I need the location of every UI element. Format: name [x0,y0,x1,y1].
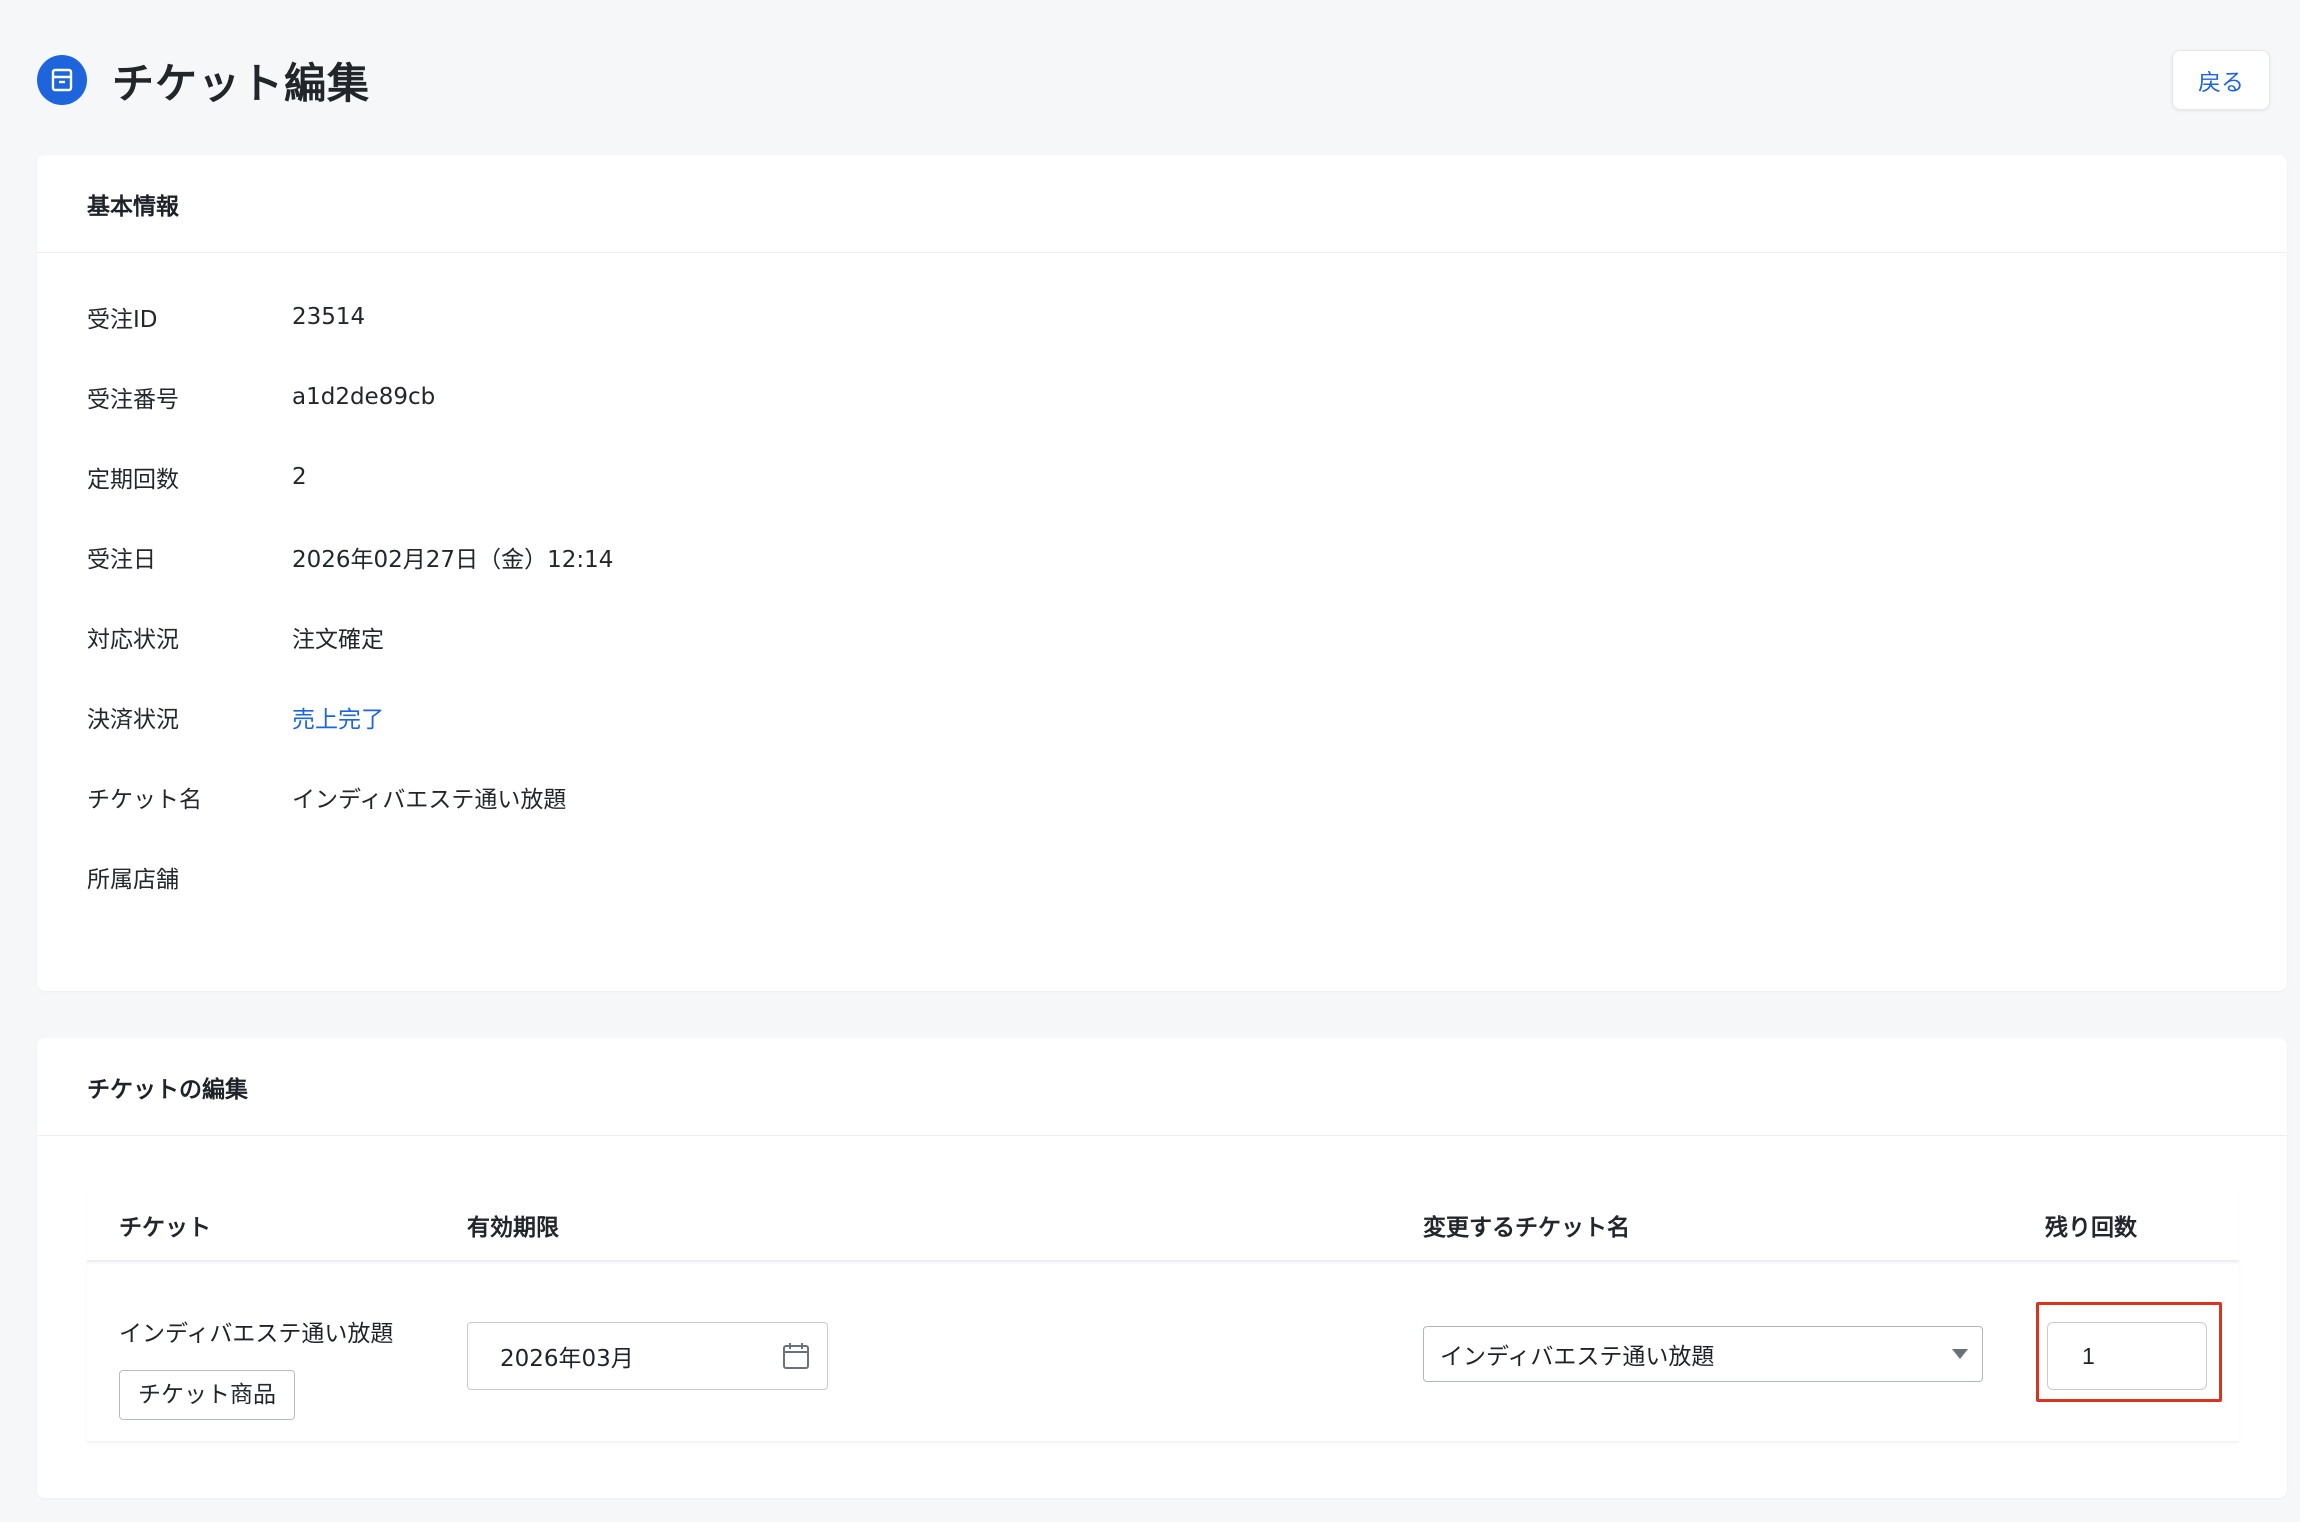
info-value: 23514 [292,304,366,330]
info-label: 対応状況 [87,627,179,653]
column-header-new-ticket-name: 変更するチケット名 [1423,1215,1630,1241]
page-title: チケット編集 [112,58,371,108]
payment-status-link[interactable]: 売上完了 [292,700,384,734]
info-value: インディバエステ通い放題 [292,787,567,813]
info-value: 注文確定 [292,627,384,653]
info-row-order-number: 受注番号 a1d2de89cb [37,357,2287,437]
column-header-expiry: 有効期限 [467,1215,559,1241]
info-label: 受注ID [87,307,158,333]
info-label: チケット名 [87,787,202,813]
info-row-subscription-count: 定期回数 2 [37,437,2287,517]
ticket-name-select-value: インディバエステ通い放題 [1440,1344,1715,1370]
ticket-edit-title: チケットの編集 [37,1038,2287,1136]
info-label: 所属店舗 [87,867,179,893]
info-row-ticket-name: チケット名 インディバエステ通い放題 [37,757,2287,837]
column-header-ticket: チケット [119,1215,211,1241]
info-row-status: 対応状況 注文確定 [37,597,2287,677]
table-header: チケット 有効期限 変更するチケット名 残り回数 [87,1190,2239,1262]
ticket-table: チケット 有効期限 変更するチケット名 残り回数 インディバエステ通い放題 チケ… [87,1190,2239,1442]
info-list: 受注ID 23514 受注番号 a1d2de89cb 定期回数 2 受注日 20… [37,253,2287,917]
info-label: 受注日 [87,547,156,573]
info-value: a1d2de89cb [292,384,436,410]
column-header-remaining: 残り回数 [2045,1215,2137,1241]
info-row-order-id: 受注ID 23514 [37,277,2287,357]
ticket-type-tag: チケット商品 [119,1370,295,1420]
info-label: 定期回数 [87,467,179,493]
info-row-order-date: 受注日 2026年02月27日（金）12:14 [37,517,2287,597]
basic-info-card: 基本情報 受注ID 23514 受注番号 a1d2de89cb 定期回数 2 受… [37,155,2287,991]
ticket-name-select[interactable]: インディバエステ通い放題 [1423,1326,1983,1382]
expiry-date-value: 2026年03月 [500,1346,634,1372]
table-row: インディバエステ通い放題 チケット商品 2026年03月 インディバエステ通い放… [87,1262,2239,1442]
info-value: 2 [292,464,307,490]
page-header: チケット編集 戻る [37,50,2270,110]
info-row-payment-status: 決済状況 売上完了 [37,677,2287,757]
ticket-name: インディバエステ通い放題 [119,1321,394,1347]
basic-info-title: 基本情報 [37,155,2287,253]
expiry-date-picker[interactable]: 2026年03月 [467,1322,828,1390]
calendar-icon[interactable] [781,1341,811,1377]
chevron-down-icon [1952,1349,1968,1359]
info-row-store: 所属店舗 [37,837,2287,917]
info-value: 2026年02月27日（金）12:14 [292,547,614,573]
info-label: 決済状況 [87,707,179,733]
archive-icon [37,55,87,105]
back-button[interactable]: 戻る [2172,50,2270,110]
info-label: 受注番号 [87,387,179,413]
ticket-edit-card: チケットの編集 チケット 有効期限 変更するチケット名 残り回数 インディバエス… [37,1038,2287,1498]
remaining-count-input[interactable] [2047,1322,2207,1390]
